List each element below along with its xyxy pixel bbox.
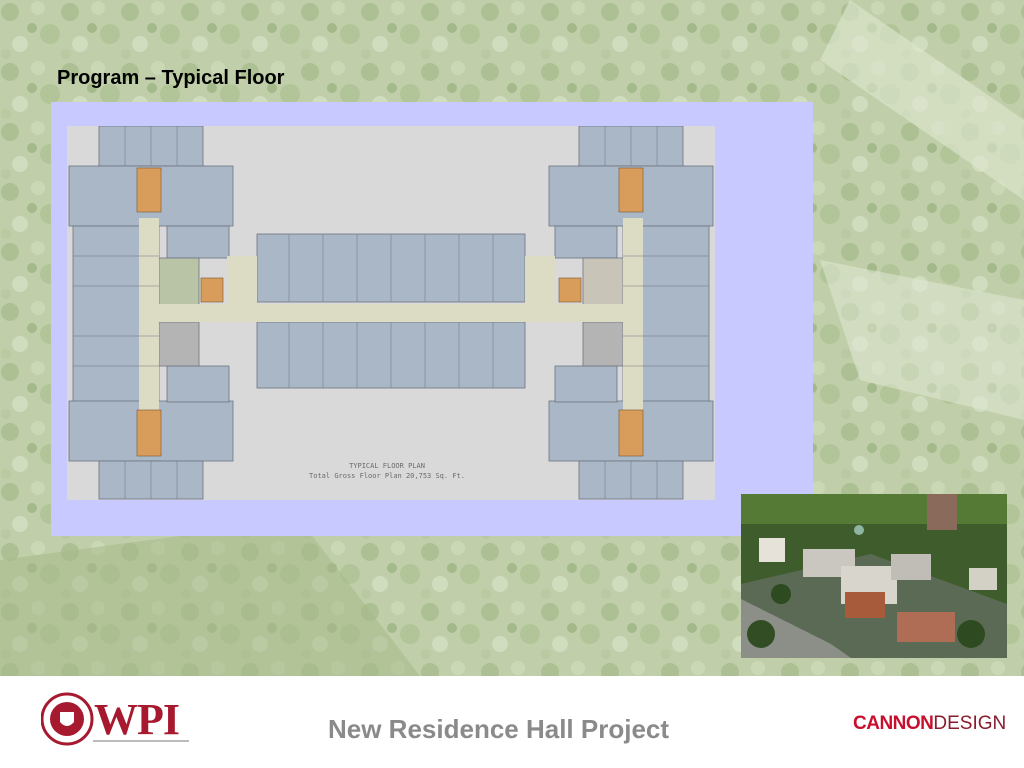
site-aerial-photo [741, 494, 1007, 658]
footer-title: New Residence Hall Project [328, 714, 670, 744]
floor-plan-drawing: TYPICAL FLOOR PLAN Total Gross Floor Pla… [68, 126, 714, 500]
slide-title: Program – Typical Floor [57, 67, 285, 89]
floor-plan-panel: TYPICAL FLOOR PLAN Total Gross Floor Pla… [51, 102, 813, 536]
cannondesign-logo: CANNONDESIGN [853, 713, 1006, 735]
cannon-logo-part1: CANNON [853, 713, 934, 734]
wpi-logo-text: WPI [94, 695, 180, 744]
floor-plan-sheet: TYPICAL FLOOR PLAN Total Gross Floor Pla… [67, 126, 715, 500]
floor-plan-area: Total Gross Floor Plan 20,753 Sq. Ft. [309, 472, 465, 480]
floor-plan-label: TYPICAL FLOOR PLAN [349, 462, 425, 470]
cannon-logo-part2: DESIGN [933, 713, 1007, 734]
